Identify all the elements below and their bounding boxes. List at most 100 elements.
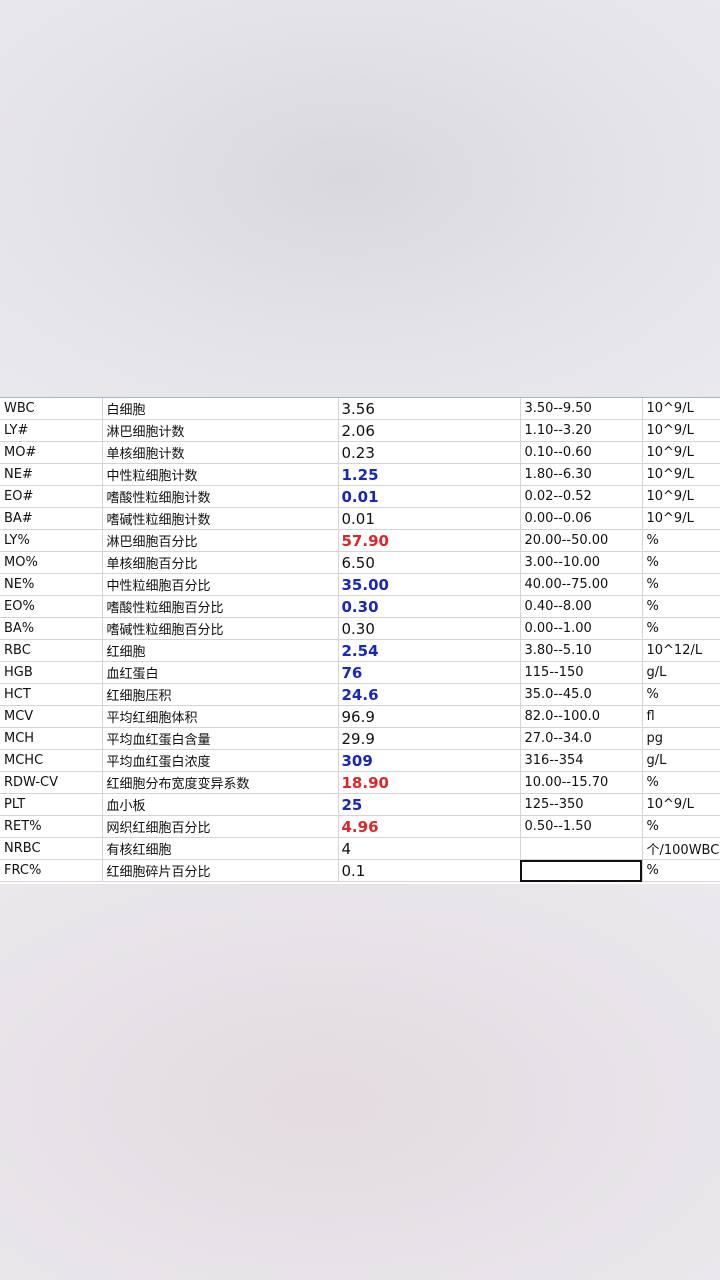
result-value-cell[interactable]: 57.90 <box>338 529 521 552</box>
reference-range-cell[interactable]: 27.0--34.0 <box>520 727 643 750</box>
result-value-cell[interactable]: 96.9 <box>338 705 521 728</box>
test-code-cell[interactable]: RBC <box>0 639 103 662</box>
test-code-cell[interactable]: WBC <box>0 398 103 420</box>
test-name-cell[interactable]: 嗜碱性粒细胞计数 <box>102 507 339 530</box>
result-value-cell[interactable]: 0.30 <box>338 595 521 618</box>
test-code-cell[interactable]: FRC% <box>0 859 103 882</box>
result-value-cell[interactable]: 25 <box>338 793 521 816</box>
unit-cell[interactable]: pg <box>642 727 720 750</box>
test-name-cell[interactable]: 嗜酸性粒细胞百分比 <box>102 595 339 618</box>
test-name-cell[interactable]: 嗜酸性粒细胞计数 <box>102 485 339 508</box>
unit-cell[interactable]: % <box>642 595 720 618</box>
test-code-cell[interactable]: MCV <box>0 705 103 728</box>
test-name-cell[interactable]: 红细胞碎片百分比 <box>102 859 339 882</box>
unit-cell[interactable]: g/L <box>642 661 720 684</box>
test-code-cell[interactable]: EO% <box>0 595 103 618</box>
unit-cell[interactable]: % <box>642 617 720 640</box>
test-code-cell[interactable]: RDW-CV <box>0 771 103 794</box>
reference-range-cell[interactable]: 1.10--3.20 <box>520 419 643 442</box>
unit-cell[interactable]: 10^9/L <box>642 507 720 530</box>
reference-range-cell[interactable]: 0.00--0.06 <box>520 507 643 530</box>
unit-cell[interactable]: 10^9/L <box>642 419 720 442</box>
test-code-cell[interactable]: LY# <box>0 419 103 442</box>
test-code-cell[interactable]: NRBC <box>0 837 103 860</box>
unit-cell[interactable]: 10^9/L <box>642 793 720 816</box>
test-name-cell[interactable]: 血红蛋白 <box>102 661 339 684</box>
test-code-cell[interactable]: BA# <box>0 507 103 530</box>
test-name-cell[interactable]: 淋巴细胞百分比 <box>102 529 339 552</box>
result-value-cell[interactable]: 0.30 <box>338 617 521 640</box>
result-value-cell[interactable]: 0.1 <box>338 859 521 882</box>
unit-cell[interactable]: % <box>642 771 720 794</box>
result-value-cell[interactable]: 24.6 <box>338 683 521 706</box>
reference-range-cell[interactable]: 0.10--0.60 <box>520 441 643 464</box>
test-code-cell[interactable]: PLT <box>0 793 103 816</box>
reference-range-cell[interactable]: 40.00--75.00 <box>520 573 643 596</box>
result-value-cell[interactable]: 3.56 <box>338 398 521 420</box>
test-name-cell[interactable]: 红细胞分布宽度变异系数 <box>102 771 339 794</box>
unit-cell[interactable]: 10^9/L <box>642 398 720 420</box>
reference-range-cell[interactable]: 0.00--1.00 <box>520 617 643 640</box>
unit-cell[interactable]: 个/100WBC <box>642 837 720 860</box>
test-name-cell[interactable]: 血小板 <box>102 793 339 816</box>
reference-range-cell[interactable]: 20.00--50.00 <box>520 529 643 552</box>
test-code-cell[interactable]: MCHC <box>0 749 103 772</box>
reference-range-cell[interactable]: 0.40--8.00 <box>520 595 643 618</box>
unit-cell[interactable]: fl <box>642 705 720 728</box>
test-name-cell[interactable]: 中性粒细胞百分比 <box>102 573 339 596</box>
reference-range-cell[interactable] <box>520 837 643 860</box>
test-code-cell[interactable]: HCT <box>0 683 103 706</box>
result-value-cell[interactable]: 2.54 <box>338 639 521 662</box>
test-code-cell[interactable]: MCH <box>0 727 103 750</box>
unit-cell[interactable]: 10^9/L <box>642 441 720 464</box>
result-value-cell[interactable]: 29.9 <box>338 727 521 750</box>
reference-range-cell[interactable]: 1.80--6.30 <box>520 463 643 486</box>
reference-range-cell[interactable]: 115--150 <box>520 661 643 684</box>
reference-range-cell[interactable]: 0.02--0.52 <box>520 485 643 508</box>
test-code-cell[interactable]: RET% <box>0 815 103 838</box>
test-name-cell[interactable]: 中性粒细胞计数 <box>102 463 339 486</box>
result-value-cell[interactable]: 76 <box>338 661 521 684</box>
test-code-cell[interactable]: NE% <box>0 573 103 596</box>
test-name-cell[interactable]: 淋巴细胞计数 <box>102 419 339 442</box>
result-value-cell[interactable]: 0.23 <box>338 441 521 464</box>
result-value-cell[interactable]: 4 <box>338 837 521 860</box>
test-code-cell[interactable]: BA% <box>0 617 103 640</box>
test-code-cell[interactable]: HGB <box>0 661 103 684</box>
unit-cell[interactable]: % <box>642 529 720 552</box>
result-value-cell[interactable]: 18.90 <box>338 771 521 794</box>
result-value-cell[interactable]: 309 <box>338 749 521 772</box>
reference-range-cell[interactable]: 0.50--1.50 <box>520 815 643 838</box>
result-value-cell[interactable]: 2.06 <box>338 419 521 442</box>
test-name-cell[interactable]: 嗜碱性粒细胞百分比 <box>102 617 339 640</box>
test-name-cell[interactable]: 网织红细胞百分比 <box>102 815 339 838</box>
unit-cell[interactable]: % <box>642 859 720 882</box>
result-value-cell[interactable]: 0.01 <box>338 507 521 530</box>
unit-cell[interactable]: % <box>642 815 720 838</box>
test-code-cell[interactable]: LY% <box>0 529 103 552</box>
result-value-cell[interactable]: 35.00 <box>338 573 521 596</box>
reference-range-cell[interactable]: 35.0--45.0 <box>520 683 643 706</box>
test-name-cell[interactable]: 单核细胞计数 <box>102 441 339 464</box>
test-name-cell[interactable]: 有核红细胞 <box>102 837 339 860</box>
test-code-cell[interactable]: MO# <box>0 441 103 464</box>
test-code-cell[interactable]: NE# <box>0 463 103 486</box>
test-name-cell[interactable]: 白细胞 <box>102 398 339 420</box>
test-code-cell[interactable]: EO# <box>0 485 103 508</box>
reference-range-cell[interactable]: 316--354 <box>520 749 643 772</box>
reference-range-cell[interactable]: 10.00--15.70 <box>520 771 643 794</box>
test-name-cell[interactable]: 红细胞 <box>102 639 339 662</box>
test-name-cell[interactable]: 平均红细胞体积 <box>102 705 339 728</box>
test-name-cell[interactable]: 平均血红蛋白浓度 <box>102 749 339 772</box>
reference-range-cell[interactable]: 125--350 <box>520 793 643 816</box>
unit-cell[interactable]: 10^12/L <box>642 639 720 662</box>
reference-range-cell[interactable]: 82.0--100.0 <box>520 705 643 728</box>
unit-cell[interactable]: 10^9/L <box>642 463 720 486</box>
test-code-cell[interactable]: MO% <box>0 551 103 574</box>
unit-cell[interactable]: 10^9/L <box>642 485 720 508</box>
reference-range-cell[interactable]: 3.50--9.50 <box>520 398 643 420</box>
unit-cell[interactable]: % <box>642 683 720 706</box>
unit-cell[interactable]: g/L <box>642 749 720 772</box>
test-name-cell[interactable]: 单核细胞百分比 <box>102 551 339 574</box>
unit-cell[interactable]: % <box>642 551 720 574</box>
